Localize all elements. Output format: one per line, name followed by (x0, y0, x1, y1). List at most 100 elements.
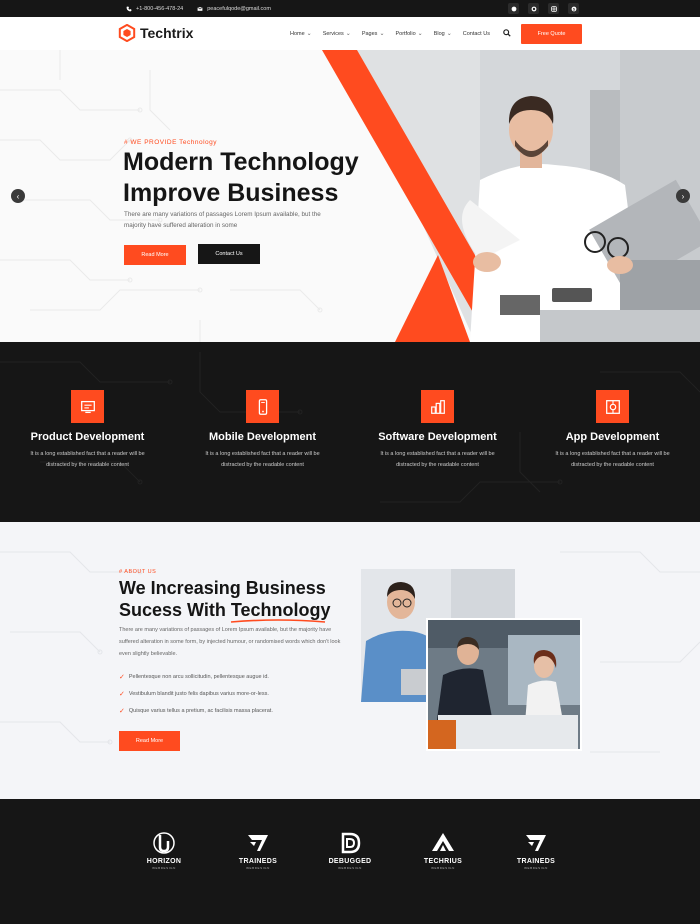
check-icon: ✓ (119, 673, 125, 681)
top-bar: +1-800-456-478-24 peacefulqode@gmail.com… (0, 0, 700, 17)
service-title: Product Development (30, 431, 145, 443)
phone-number: +1-800-456-478-24 (136, 5, 184, 12)
contact-us-button[interactable]: Contact Us (198, 244, 260, 264)
slider-next-button[interactable]: › (676, 189, 690, 203)
brand-sub: WEBDESIGN (246, 866, 270, 870)
list-item: ✓ Quisque varius tellus a pretium, ac fac… (119, 702, 273, 719)
techrius-logo-icon (432, 833, 454, 851)
logo-icon (118, 24, 136, 42)
hero-slider: ‹ › # WE PROVIDE Technology Modern Techn… (0, 50, 700, 342)
nav-label: Portfolio (395, 30, 416, 37)
chevron-down-icon: ⌄ (417, 31, 423, 37)
software-development-icon (421, 390, 454, 423)
nav-label: Contact Us (462, 30, 490, 37)
site-header: Techtrix Home ⌄ Services ⌄ Pages ⌄ Portfoli… (0, 17, 700, 50)
service-text: It is a long established fact that a rea… (205, 451, 320, 468)
about-description: There are many variations of passages of… (119, 627, 341, 657)
hero-tag: # WE PROVIDE Technology (124, 139, 218, 146)
brand-sub: WEBDESIGN (431, 866, 455, 870)
about-title: We Increasing Business Sucess With Techn… (119, 577, 349, 621)
github-icon[interactable] (528, 3, 539, 14)
service-text: It is a long established fact that a rea… (30, 451, 145, 468)
list-item-text: Pellentesque non arcu sollicitudin, pell… (128, 673, 269, 680)
traineds-logo-icon (248, 835, 268, 851)
about-read-more-button[interactable]: Read More (119, 731, 180, 751)
brand-name: HORIZON (146, 858, 182, 865)
about-tag: # ABOUT US (119, 569, 157, 575)
service-card[interactable]: Software Development It is a long establ… (350, 390, 525, 471)
brand-sub: WEBDESIGN (152, 866, 176, 870)
service-title: Software Development (378, 431, 497, 443)
service-card[interactable]: Product Development It is a long establi… (0, 390, 175, 471)
mobile-development-icon (246, 390, 279, 423)
service-text: It is a long established fact that a rea… (555, 451, 670, 468)
about-image-2 (426, 618, 582, 751)
main-nav: Home ⌄ Services ⌄ Pages ⌄ Portfolio ⌄ Blog ⌄ … (290, 17, 490, 50)
about-list: ✓ Pellentesque non arcu sollicitudin, pel… (119, 668, 273, 719)
free-quote-button[interactable]: Free Quote (521, 24, 582, 44)
nav-services[interactable]: Services ⌄ (322, 30, 351, 38)
service-title: Mobile Development (209, 431, 316, 443)
brand-logo[interactable]: TECHRIUS WEBDESIGN (413, 831, 473, 870)
brand-logos: HORIZON WEBDESIGN TRAINEDS WEBDESIGN DEB… (0, 799, 700, 924)
nav-label: Pages (361, 30, 378, 37)
facebook-icon[interactable] (508, 3, 519, 14)
logo[interactable]: Techtrix (118, 24, 193, 42)
about-section: # ABOUT US We Increasing Business Sucess… (0, 522, 700, 799)
brand-name: TECHRIUS (423, 858, 463, 865)
brand-name: TRAINEDS (238, 858, 278, 865)
search-icon[interactable] (503, 29, 511, 37)
skype-icon[interactable]: S (568, 3, 579, 14)
services-section: Product Development It is a long establi… (0, 342, 700, 522)
nav-label: Services (322, 30, 344, 37)
brand-logo[interactable]: TRAINEDS WEBDESIGN (228, 831, 288, 870)
hero-title-line: Improve Business (123, 179, 339, 207)
horizon-logo-icon (153, 832, 175, 854)
about-title-line: We Increasing Business (119, 578, 326, 598)
list-item-text: Quisque varius tellus a pretium, ac faci… (128, 707, 273, 714)
traineds-logo-icon (526, 835, 546, 851)
hero-description: There are many variations of passages Lo… (124, 211, 321, 229)
list-item: ✓ Pellentesque non arcu sollicitudin, pel… (119, 668, 273, 685)
service-title: App Development (565, 431, 660, 443)
service-card[interactable]: Mobile Development It is a long establis… (175, 390, 350, 471)
email-address: peacefulqode@gmail.com (207, 5, 271, 12)
nav-pages[interactable]: Pages ⌄ (361, 30, 385, 38)
nav-contact[interactable]: Contact Us (463, 31, 490, 37)
nav-portfolio[interactable]: Portfolio ⌄ (395, 30, 423, 38)
mail-icon (197, 6, 203, 11)
chevron-right-icon: › (681, 191, 685, 201)
list-item-text: Vestibulum blandit justo felis dapibus v… (128, 690, 269, 697)
app-development-icon (596, 390, 629, 423)
check-icon: ✓ (119, 690, 125, 698)
email-link[interactable]: peacefulqode@gmail.com (197, 6, 271, 12)
nav-blog[interactable]: Blog ⌄ (433, 30, 452, 38)
brand-sub: WEBDESIGN (338, 866, 362, 870)
brand-name: DEBUGGED (328, 858, 372, 865)
chevron-down-icon: ⌄ (446, 31, 452, 37)
brand-name: TRAINEDS (516, 858, 556, 865)
chevron-left-icon: ‹ (16, 191, 20, 201)
chevron-down-icon: ⌄ (379, 31, 385, 37)
logo-text: Techtrix (140, 25, 194, 41)
instagram-icon[interactable] (548, 3, 559, 14)
read-more-button[interactable]: Read More (124, 245, 186, 265)
brand-logo[interactable]: TRAINEDS WEBDESIGN (506, 831, 566, 870)
slider-prev-button[interactable]: ‹ (11, 189, 25, 203)
service-text: It is a long established fact that a rea… (380, 451, 495, 468)
service-card[interactable]: App Development It is a long established… (525, 390, 700, 471)
contact-info: +1-800-456-478-24 peacefulqode@gmail.com (126, 0, 271, 17)
brand-logo[interactable]: HORIZON WEBDESIGN (134, 831, 194, 870)
nav-label: Home (290, 30, 305, 37)
debugged-logo-icon (341, 832, 361, 854)
nav-label: Blog (433, 30, 445, 37)
hero-title: Modern Technology Improve Business (123, 147, 393, 209)
social-links: S (508, 3, 579, 14)
hero-title-line: Modern Technology (123, 148, 359, 176)
chevron-down-icon: ⌄ (345, 31, 351, 37)
list-item: ✓ Vestibulum blandit justo felis dapibus … (119, 685, 273, 702)
brand-logo[interactable]: DEBUGGED WEBDESIGN (320, 831, 380, 870)
chevron-down-icon: ⌄ (306, 31, 312, 37)
nav-home[interactable]: Home ⌄ (290, 30, 312, 38)
phone-link[interactable]: +1-800-456-478-24 (126, 6, 183, 12)
